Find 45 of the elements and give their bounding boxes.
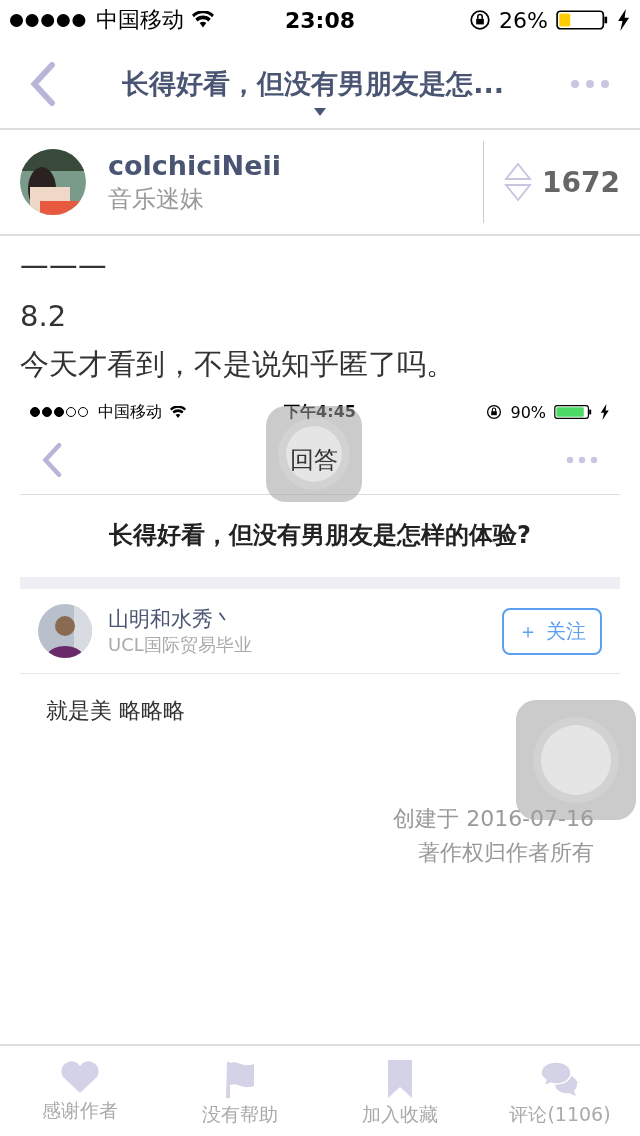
question-heading: 长得好看，但没有男朋友是怎样的体验? bbox=[20, 495, 620, 589]
question-title[interactable]: 长得好看，但没有男朋友是怎... bbox=[76, 66, 550, 102]
back-icon[interactable] bbox=[30, 62, 57, 106]
battery-percent: 90% bbox=[510, 402, 547, 422]
toolbar-button[interactable]: 没有帮助 bbox=[160, 1046, 320, 1136]
battery-percent: 26% bbox=[499, 7, 548, 33]
battery-icon bbox=[554, 404, 593, 420]
speech-bubbles-icon bbox=[540, 1060, 580, 1098]
answer-text: 一一一 bbox=[20, 250, 108, 287]
assistive-touch-button[interactable] bbox=[266, 406, 362, 502]
battery-icon bbox=[556, 9, 609, 31]
carrier-name: 中国移动 bbox=[98, 401, 162, 423]
created-date: 创建于 2016-07-16 bbox=[393, 805, 595, 833]
answer-text: 8.2 bbox=[20, 298, 68, 335]
answer-text: 今天才看到，不是说知乎匿了吗。 bbox=[20, 346, 456, 383]
rotation-lock-icon bbox=[486, 404, 503, 420]
follow-button[interactable]: ＋ 关注 bbox=[502, 607, 602, 655]
wifi-icon bbox=[192, 11, 214, 29]
wifi-icon bbox=[170, 405, 186, 419]
clock-time: 下午4:45 bbox=[284, 401, 356, 423]
rotation-lock-icon bbox=[469, 9, 492, 31]
clock-time: 23:08 bbox=[285, 7, 355, 33]
heart-icon bbox=[60, 1060, 100, 1094]
charging-icon bbox=[616, 9, 630, 31]
signal-icon bbox=[10, 13, 88, 27]
screen-title: 回答 bbox=[290, 445, 339, 476]
toolbar-button[interactable]: 感谢作者 bbox=[0, 1046, 160, 1136]
more-icon[interactable] bbox=[566, 456, 598, 464]
author-name[interactable]: colchiciNeii bbox=[108, 149, 484, 181]
carrier-name: 中国移动 bbox=[96, 6, 184, 34]
charging-icon bbox=[600, 404, 610, 420]
author-bio: 音乐迷妹 bbox=[108, 183, 205, 215]
bookmark-icon bbox=[387, 1060, 413, 1098]
author-name[interactable]: 山明和水秀丶 bbox=[108, 605, 502, 633]
dropdown-icon[interactable] bbox=[314, 108, 326, 116]
toolbar-button[interactable]: 加入收藏 bbox=[320, 1046, 480, 1136]
vote-count: 1672 bbox=[542, 165, 620, 199]
answer-text: 就是美 略略略 bbox=[45, 697, 186, 725]
copyright-note: 著作权归作者所有 bbox=[418, 839, 595, 867]
more-icon[interactable] bbox=[570, 79, 610, 89]
vote-arrows-icon[interactable] bbox=[504, 161, 533, 203]
author-bio: UCL国际贸易毕业 bbox=[108, 633, 253, 657]
toolbar-button[interactable]: 评论(1106) bbox=[480, 1046, 640, 1136]
back-icon[interactable] bbox=[42, 443, 63, 477]
signal-icon bbox=[30, 407, 90, 417]
